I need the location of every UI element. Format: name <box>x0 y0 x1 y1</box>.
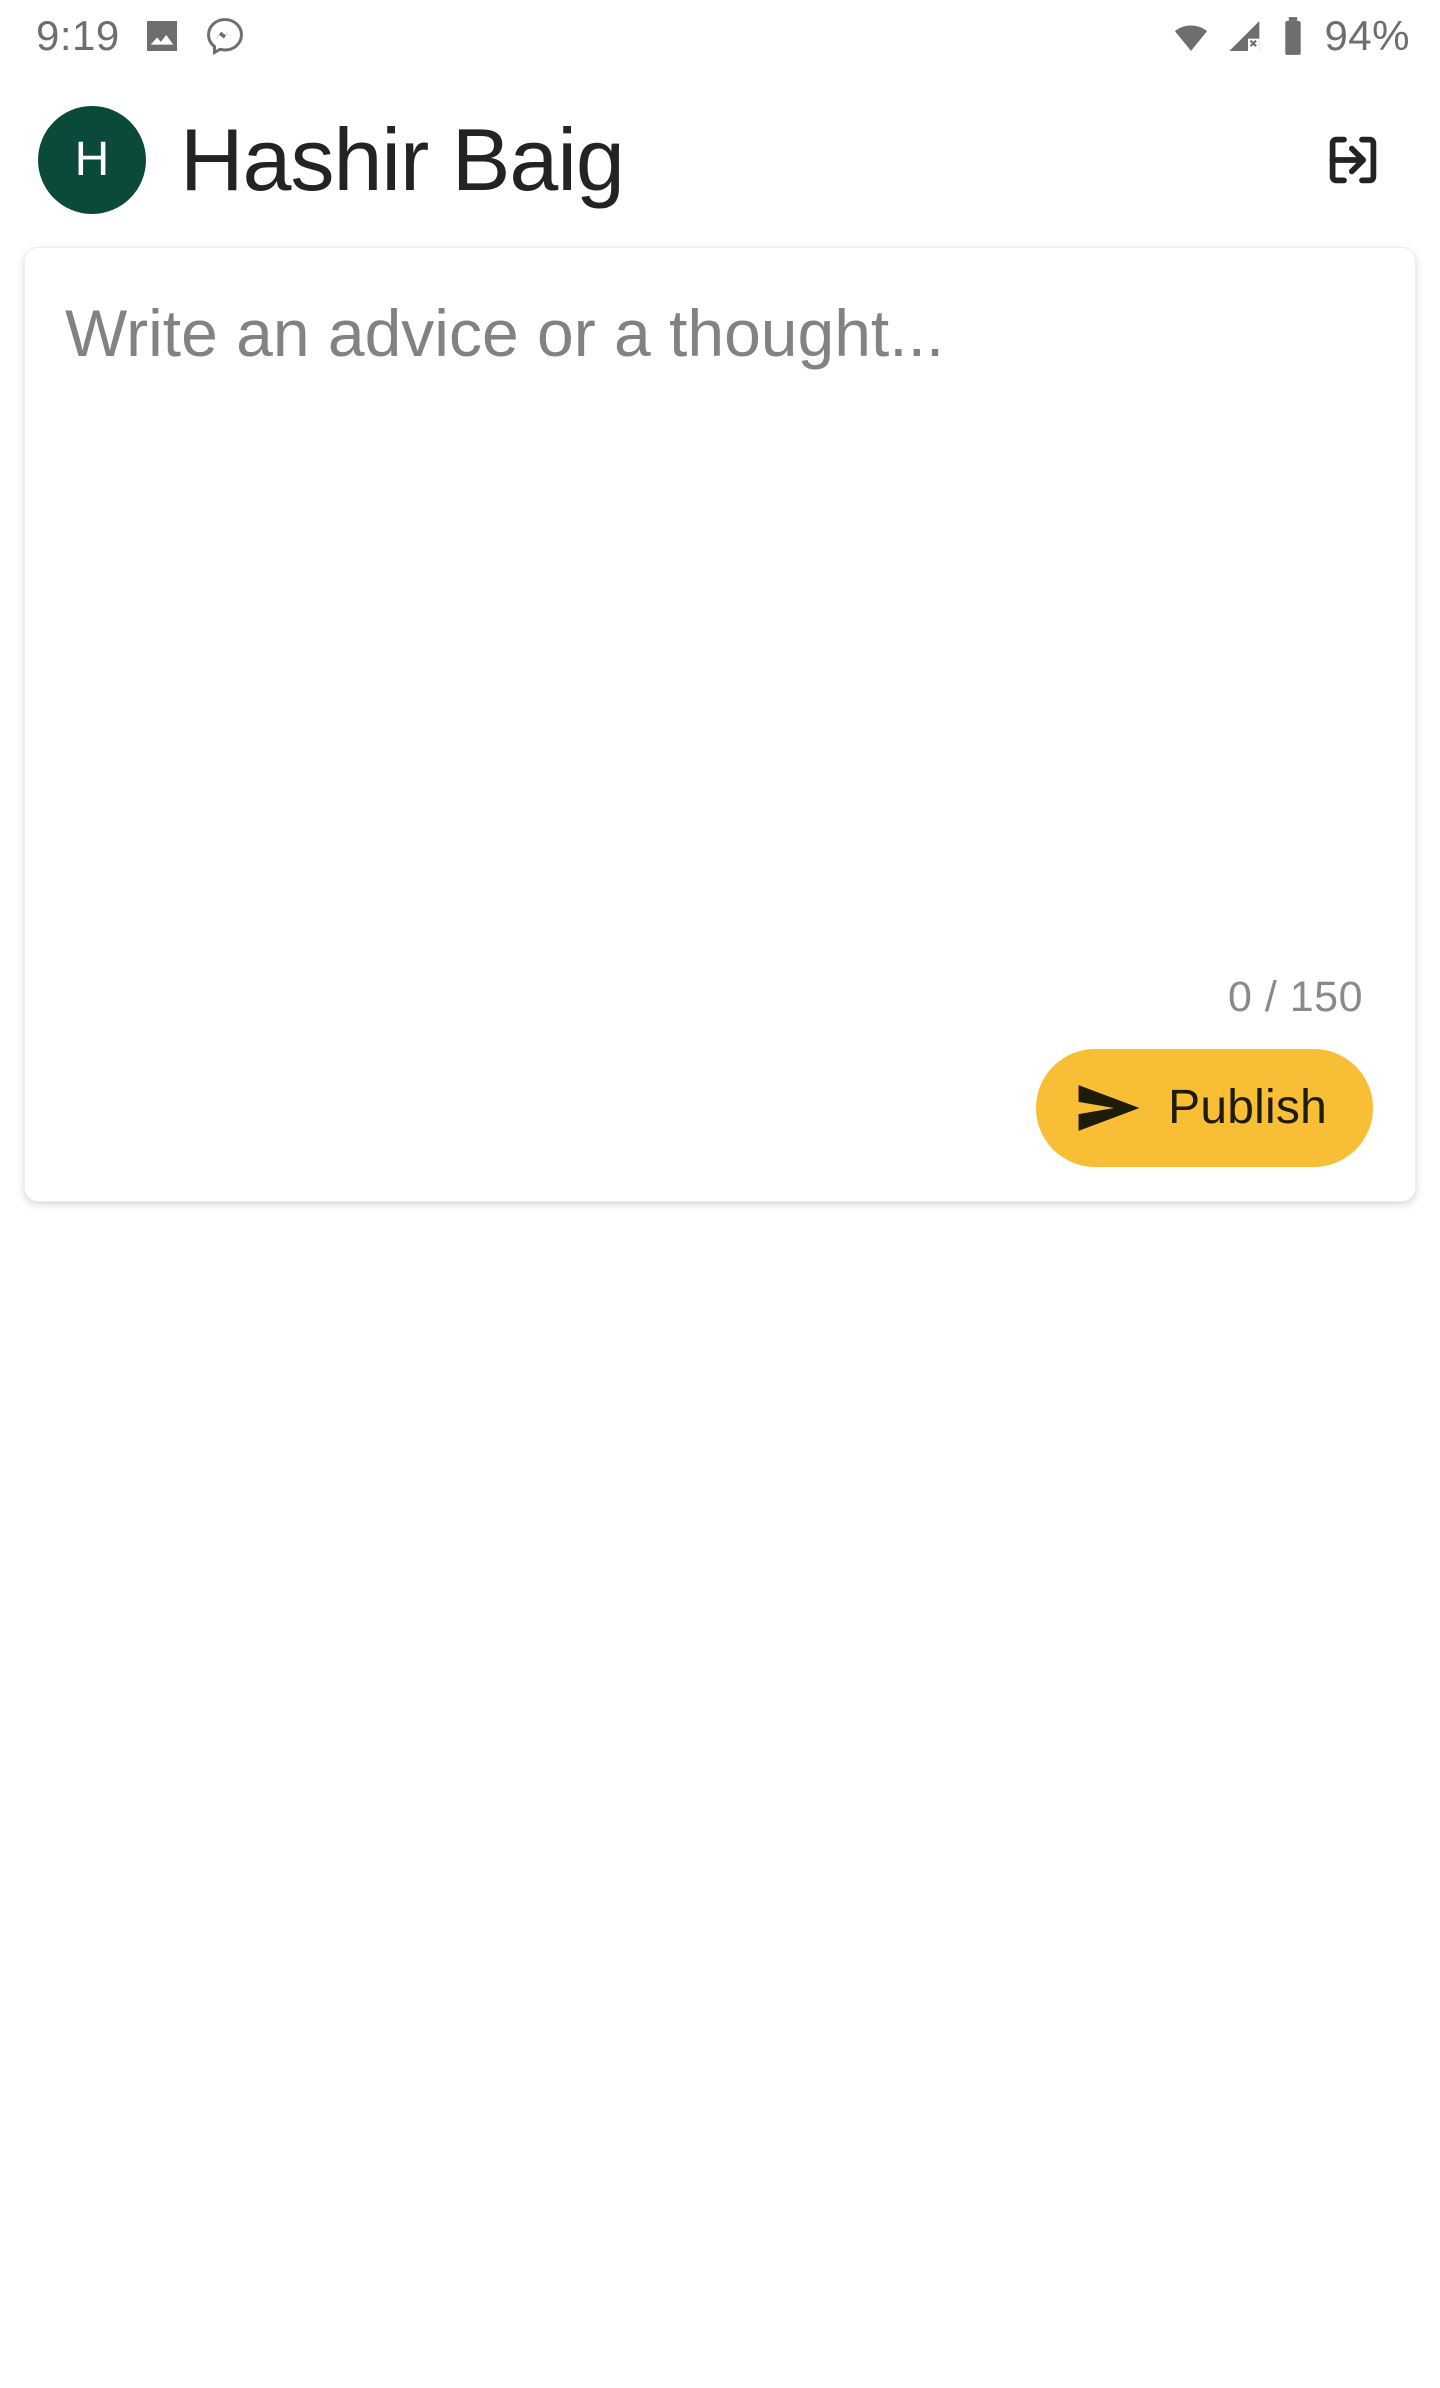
character-counter: 0 / 150 <box>1228 973 1363 1021</box>
page-title: Hashir Baig <box>180 109 625 209</box>
battery-icon <box>1280 15 1306 57</box>
status-bar-left: 9:19 <box>36 15 246 57</box>
wifi-icon <box>1170 15 1212 57</box>
app-header: H Hashir Baig <box>0 72 1440 247</box>
status-bar: 9:19 94% <box>0 0 1440 72</box>
publish-button[interactable]: Publish <box>1036 1049 1373 1167</box>
logout-button[interactable] <box>1310 117 1396 203</box>
logout-icon <box>1317 124 1389 196</box>
composer-actions: Publish <box>65 1049 1375 1167</box>
gallery-icon <box>142 16 182 56</box>
publish-button-label: Publish <box>1168 1081 1327 1134</box>
status-bar-right: 94% <box>1170 15 1410 57</box>
send-icon <box>1076 1082 1142 1134</box>
composer-card: 0 / 150 Publish <box>24 247 1416 1202</box>
cellular-no-service-icon <box>1226 16 1266 56</box>
avatar[interactable]: H <box>38 105 146 214</box>
battery-percent-label: 94% <box>1324 12 1410 59</box>
composer-section: 0 / 150 Publish <box>0 247 1440 1202</box>
status-bar-clock: 9:19 <box>36 12 120 59</box>
avatar-initial: H <box>74 133 110 186</box>
messenger-icon <box>204 15 246 57</box>
composer-input[interactable] <box>65 290 1375 976</box>
